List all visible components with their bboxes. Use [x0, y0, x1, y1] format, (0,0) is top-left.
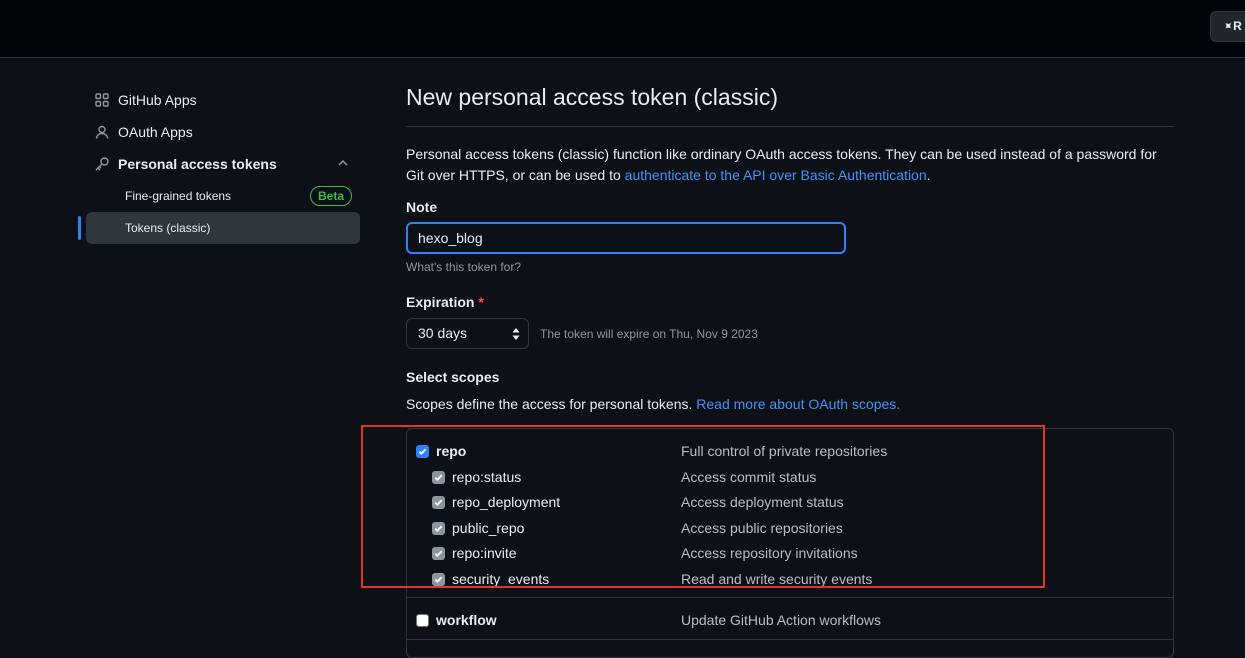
scopes-description: Scopes define the access for personal to… [406, 396, 901, 412]
scopes-label: Select scopes [406, 369, 500, 385]
sidebar-item-label: Tokens (classic) [125, 221, 211, 235]
check-icon [434, 499, 443, 506]
key-icon [94, 156, 110, 172]
sidebar-item-label: Fine-grained tokens [125, 189, 232, 203]
top-right-button[interactable]: ✦R [1210, 11, 1245, 42]
required-marker: * [478, 294, 484, 310]
scope-name: security_events [452, 571, 550, 587]
scope-divider [407, 597, 1173, 598]
workflow-checkbox[interactable] [416, 613, 429, 627]
check-icon [434, 474, 443, 481]
apps-icon [94, 92, 110, 108]
top-bar: ✦R [0, 0, 1245, 58]
scope-name: repo:invite [452, 545, 517, 561]
check-icon [418, 448, 427, 455]
sidebar-item-personal-access-tokens[interactable]: Personal access tokens [78, 148, 360, 180]
scope-row-repo-invite[interactable]: repo:invite Access repository invitation… [407, 541, 1173, 565]
sidebar-item-fine-grained-tokens[interactable]: Fine-grained tokens Beta [86, 180, 360, 212]
scope-name: repo:status [452, 469, 522, 485]
sidebar-item-label: GitHub Apps [118, 92, 197, 108]
basic-auth-link[interactable]: authenticate to the API over Basic Authe… [625, 167, 927, 183]
expiration-value: 30 days [418, 325, 468, 341]
page-title: New personal access token (classic) [406, 84, 1174, 127]
person-icon [94, 124, 110, 140]
sidebar-item-github-apps[interactable]: GitHub Apps [78, 84, 360, 116]
scope-row-security-events[interactable]: security_events Read and write security … [407, 567, 1173, 591]
scope-name: workflow [436, 612, 497, 628]
scope-row-repo-status[interactable]: repo:status Access commit status [407, 465, 1173, 489]
scope-divider [407, 639, 1173, 640]
expiration-note: The token will expire on Thu, Nov 9 2023 [540, 326, 758, 341]
repo-status-checkbox[interactable] [432, 470, 445, 484]
expiration-select[interactable]: 30 days [406, 318, 529, 349]
repo-deployment-checkbox[interactable] [432, 495, 445, 509]
page-description: Personal access tokens (classic) functio… [406, 146, 1157, 183]
check-icon [434, 576, 443, 583]
note-label: Note [406, 199, 438, 215]
sidebar-item-oauth-apps[interactable]: OAuth Apps [78, 116, 360, 148]
oauth-scopes-link[interactable]: Read more about OAuth scopes. [696, 396, 900, 412]
main-content: New personal access token (classic) Pers… [406, 84, 1174, 412]
scope-description: Full control of private repositories [681, 443, 888, 459]
scope-description: Access commit status [681, 469, 817, 485]
scope-name: public_repo [452, 520, 525, 536]
select-arrows-icon [512, 328, 520, 340]
scope-description: Access public repositories [681, 520, 843, 536]
settings-sidebar: GitHub Apps OAuth Apps Personal access t… [78, 84, 360, 244]
scope-row-workflow[interactable]: workflow Update GitHub Action workflows [407, 608, 1173, 632]
scope-description: Read and write security events [681, 571, 873, 587]
note-hint: What's this token for? [406, 260, 522, 274]
scope-row-repo-deployment[interactable]: repo_deployment Access deployment status [407, 490, 1173, 514]
public-repo-checkbox[interactable] [432, 521, 445, 535]
scope-name: repo_deployment [452, 494, 561, 510]
note-input[interactable] [406, 222, 846, 254]
repo-checkbox[interactable] [416, 444, 429, 458]
check-icon [434, 550, 443, 557]
scope-row-public-repo[interactable]: public_repo Access public repositories [407, 516, 1173, 540]
scope-description: Access repository invitations [681, 545, 858, 561]
scope-description: Access deployment status [681, 494, 844, 510]
scopes-list: repo Full control of private repositorie… [406, 428, 1174, 658]
expiration-row: 30 days The token will expire on Thu, No… [406, 318, 1174, 349]
active-indicator [78, 216, 81, 240]
expiration-label: Expiration * [406, 294, 484, 310]
sidebar-item-label: Personal access tokens [118, 156, 277, 172]
security-events-checkbox[interactable] [432, 572, 445, 586]
beta-badge: Beta [309, 186, 352, 206]
scope-description: Update GitHub Action workflows [681, 612, 881, 628]
scope-row-repo[interactable]: repo Full control of private repositorie… [407, 439, 1173, 463]
check-icon [434, 525, 443, 532]
sidebar-item-tokens-classic[interactable]: Tokens (classic) [78, 212, 360, 244]
chevron-up-icon[interactable] [336, 156, 350, 170]
sidebar-item-label: OAuth Apps [118, 124, 193, 140]
repo-invite-checkbox[interactable] [432, 546, 445, 560]
scope-name: repo [436, 443, 467, 459]
